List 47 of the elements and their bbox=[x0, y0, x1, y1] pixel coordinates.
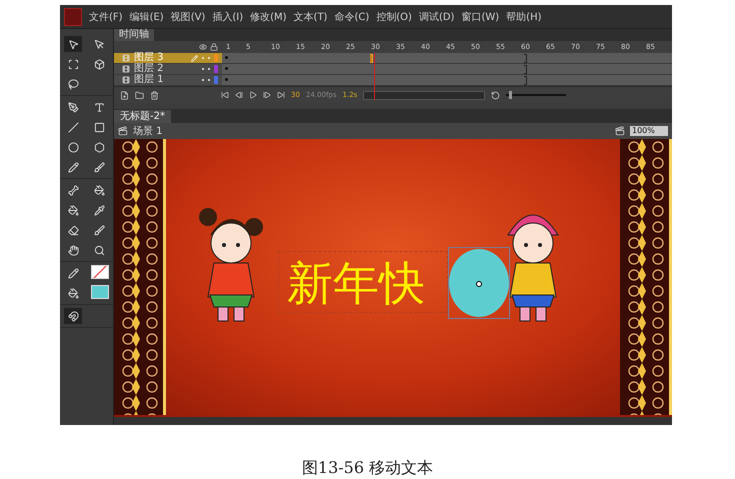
layer-color-square[interactable] bbox=[214, 65, 218, 73]
layer-icon bbox=[122, 54, 130, 62]
layer-color-square[interactable] bbox=[214, 54, 218, 62]
layer-row[interactable]: 图层 2 bbox=[114, 64, 672, 75]
step-back-icon[interactable] bbox=[235, 91, 243, 99]
menu-item[interactable]: 文本(T) bbox=[294, 10, 328, 24]
play-icon[interactable] bbox=[249, 91, 257, 99]
menu-item[interactable]: 插入(I) bbox=[212, 10, 244, 24]
menu-item[interactable]: 控制(O) bbox=[376, 10, 412, 24]
clapperboard-icon[interactable] bbox=[118, 126, 128, 136]
selection-tool-icon[interactable] bbox=[64, 36, 82, 52]
menu-item[interactable]: 帮助(H) bbox=[506, 10, 542, 24]
layer-color-square[interactable] bbox=[214, 76, 218, 84]
menu-item[interactable]: 文件(F) bbox=[89, 10, 123, 24]
first-frame-icon[interactable] bbox=[221, 91, 229, 99]
new-layer-icon[interactable] bbox=[120, 90, 129, 100]
menu-item[interactable]: 窗口(W) bbox=[461, 10, 500, 24]
stage-text[interactable]: 新年快 bbox=[278, 251, 448, 313]
folder-icon[interactable] bbox=[135, 90, 144, 100]
step-forward-icon[interactable] bbox=[263, 91, 271, 99]
eye-icon[interactable] bbox=[199, 43, 207, 51]
menu-item[interactable]: 视图(V) bbox=[170, 10, 206, 24]
menu-item[interactable]: 调试(D) bbox=[418, 10, 454, 24]
menu-item[interactable]: 编辑(E) bbox=[130, 10, 164, 24]
timeline-tab[interactable]: 时间轴 bbox=[114, 29, 154, 41]
delete-icon[interactable] bbox=[150, 90, 159, 100]
scene-label[interactable]: 场景 1 bbox=[133, 124, 610, 138]
magnet-icon[interactable] bbox=[64, 308, 82, 324]
app-logo-icon bbox=[64, 8, 82, 26]
layer-icon bbox=[122, 65, 130, 73]
timeline-scrollbar[interactable] bbox=[363, 90, 486, 100]
rotate-icon[interactable] bbox=[491, 90, 500, 100]
figure-caption: 图13-56 移动文本 bbox=[302, 458, 434, 479]
slider-thumb[interactable] bbox=[508, 91, 512, 99]
ellipse-shape[interactable] bbox=[448, 247, 510, 319]
fill-swatch[interactable] bbox=[90, 285, 109, 299]
stroke-swatch[interactable] bbox=[90, 265, 109, 279]
lock-icon[interactable] bbox=[210, 43, 218, 51]
menu-item[interactable]: 命令(C) bbox=[334, 10, 370, 24]
zoom-field[interactable]: 100% bbox=[630, 126, 668, 136]
pencil-icon bbox=[191, 54, 198, 62]
last-frame-icon[interactable] bbox=[277, 91, 285, 99]
horizontal-scrollbar[interactable] bbox=[114, 417, 672, 425]
document-tab[interactable]: 无标题-2* bbox=[114, 110, 171, 123]
layer-icon bbox=[122, 76, 130, 84]
layer-row[interactable]: 图层 1 bbox=[114, 75, 672, 86]
menu-item[interactable]: 修改(M) bbox=[250, 10, 287, 24]
